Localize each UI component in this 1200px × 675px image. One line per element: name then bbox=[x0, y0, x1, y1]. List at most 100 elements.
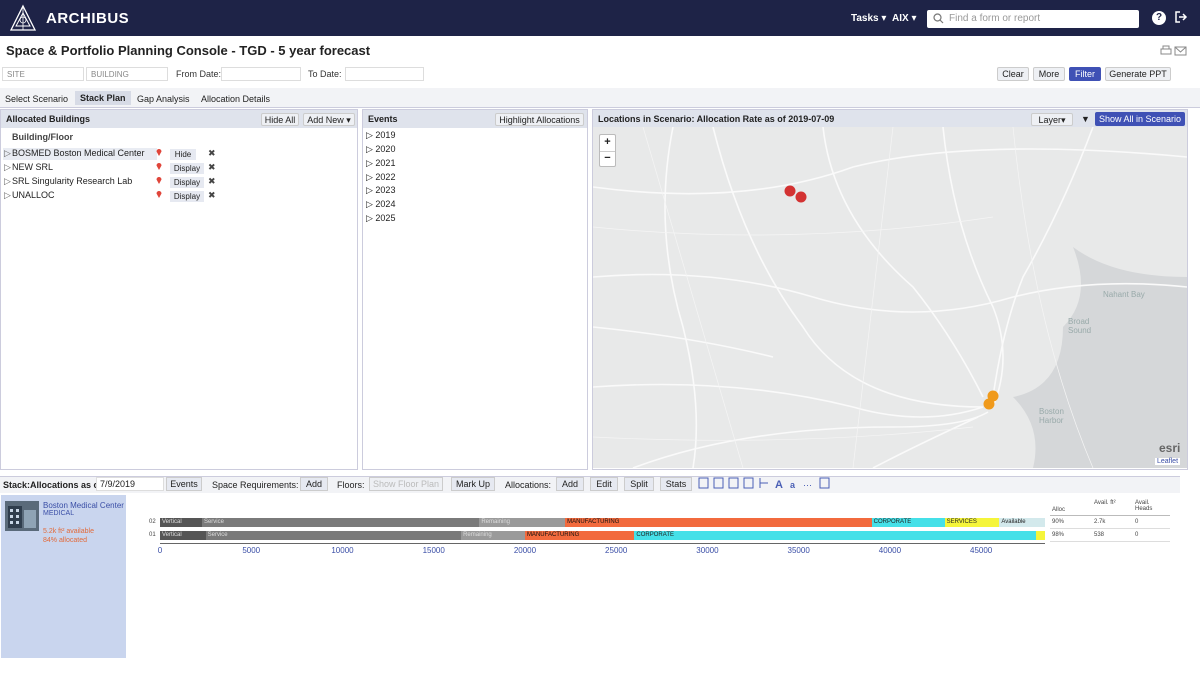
expand-icon[interactable] bbox=[698, 477, 709, 489]
stats-button[interactable]: Stats bbox=[660, 477, 692, 491]
collapse-arrow-icon[interactable]: ▼ bbox=[1081, 114, 1090, 124]
tab-allocation-details[interactable]: Allocation Details bbox=[201, 94, 270, 104]
stack-segment[interactable]: Remaining bbox=[461, 531, 525, 540]
axis-tick-label: 0 bbox=[157, 546, 163, 555]
event-year-item[interactable]: ▷ 2019 bbox=[366, 130, 395, 141]
map-canvas[interactable]: Nahant Bay Broad Sound Boston Harbor esr… bbox=[593, 127, 1187, 468]
event-year-item[interactable]: ▷ 2020 bbox=[366, 144, 395, 155]
generate-ppt-button[interactable]: Generate PPT bbox=[1105, 67, 1171, 81]
hide-all-button[interactable]: Hide All bbox=[261, 113, 299, 126]
stack-segment[interactable]: CORPORATE bbox=[634, 531, 1036, 540]
stack-segment[interactable] bbox=[1035, 531, 1045, 540]
email-icon[interactable] bbox=[1174, 46, 1187, 56]
collapse-icon[interactable] bbox=[713, 477, 724, 489]
building-field[interactable]: BUILDING bbox=[86, 67, 168, 81]
stack-segment[interactable]: SERVICES bbox=[944, 518, 1000, 527]
filter-button[interactable]: Filter bbox=[1069, 67, 1101, 81]
axis-tick-label: 40000 bbox=[878, 546, 902, 555]
location-pin-icon[interactable] bbox=[156, 162, 162, 170]
expand-arrow-icon[interactable]: ▷ bbox=[4, 176, 11, 187]
site-field[interactable]: SITE bbox=[2, 67, 84, 81]
space-add-button[interactable]: Add bbox=[300, 477, 328, 491]
user-menu[interactable]: AIX ▾ bbox=[892, 13, 916, 24]
remove-icon[interactable]: ✖ bbox=[208, 162, 216, 173]
stack-segment[interactable]: Available bbox=[999, 518, 1045, 527]
building-thumbnail-icon bbox=[5, 501, 39, 531]
stack-segment[interactable]: Vertical bbox=[160, 531, 206, 540]
label-options-icon[interactable]: ⋯ bbox=[803, 480, 812, 490]
more-button[interactable]: More bbox=[1033, 67, 1065, 81]
expand-arrow-icon[interactable]: ▷ bbox=[4, 190, 11, 201]
search-input[interactable]: Find a form or report bbox=[927, 10, 1139, 28]
building-name[interactable]: Boston Medical Center bbox=[43, 501, 124, 510]
tasks-menu[interactable]: Tasks ▾ bbox=[851, 13, 886, 24]
display-button[interactable]: Display bbox=[170, 163, 204, 174]
allocations-label: Allocations: bbox=[505, 480, 552, 490]
map-marker-orange[interactable] bbox=[983, 398, 995, 410]
year-label: 2019 bbox=[375, 130, 396, 140]
event-year-item[interactable]: ▷ 2021 bbox=[366, 158, 395, 169]
tab-gap-analysis[interactable]: Gap Analysis bbox=[137, 94, 190, 104]
side-header-alloc: Alloc bbox=[1052, 507, 1066, 513]
zoom-out-button[interactable]: − bbox=[600, 151, 615, 166]
legend-icon[interactable] bbox=[819, 477, 830, 489]
event-year-item[interactable]: ▷ 2025 bbox=[366, 213, 395, 224]
location-pin-icon[interactable] bbox=[156, 176, 162, 184]
edit-button[interactable]: Edit bbox=[590, 477, 618, 491]
stack-segment[interactable]: MANUFACTURING bbox=[565, 518, 872, 527]
hide-button[interactable]: Hide bbox=[170, 149, 196, 160]
stack-date-field[interactable]: 7/9/2019 bbox=[96, 477, 164, 491]
map-marker-red[interactable] bbox=[784, 185, 796, 197]
logout-icon[interactable] bbox=[1174, 10, 1188, 24]
events-button[interactable]: Events bbox=[166, 477, 202, 491]
font-larger-icon[interactable]: A bbox=[775, 479, 783, 491]
stack-segment[interactable]: Service bbox=[205, 531, 462, 540]
fit-height-icon[interactable] bbox=[743, 477, 754, 489]
show-all-button[interactable]: Show All in Scenario bbox=[1095, 112, 1185, 126]
building-label: UNALLOC bbox=[12, 190, 55, 200]
help-icon[interactable]: ? bbox=[1152, 11, 1166, 25]
zoom-in-button[interactable]: + bbox=[600, 135, 615, 150]
location-pin-icon[interactable] bbox=[156, 190, 162, 198]
stack-segment[interactable]: Vertical bbox=[160, 518, 202, 527]
clear-button[interactable]: Clear bbox=[997, 67, 1029, 81]
print-icon[interactable] bbox=[1160, 45, 1172, 55]
location-pin-icon[interactable] bbox=[156, 148, 162, 156]
event-year-item[interactable]: ▷ 2024 bbox=[366, 199, 395, 210]
fit-width-icon[interactable] bbox=[728, 477, 739, 489]
layer-button[interactable]: Layer▾ bbox=[1031, 113, 1073, 126]
display-button[interactable]: Display bbox=[170, 177, 204, 188]
stack-segment[interactable]: Remaining bbox=[479, 518, 566, 527]
remove-icon[interactable]: ✖ bbox=[208, 148, 216, 159]
event-year-item[interactable]: ▷ 2023 bbox=[366, 185, 395, 196]
map-marker-red[interactable] bbox=[795, 191, 807, 203]
alloc-add-button[interactable]: Add bbox=[556, 477, 584, 491]
expand-arrow-icon[interactable]: ▷ bbox=[4, 162, 11, 173]
show-floor-plan-button[interactable]: Show Floor Plan bbox=[369, 477, 443, 491]
stack-title: Stack:Allocations as of: bbox=[3, 480, 106, 490]
building-card[interactable]: Boston Medical Center MEDICAL 5.2k ft² a… bbox=[1, 495, 126, 658]
display-button[interactable]: Display bbox=[170, 191, 204, 202]
building-label: BOSMED Boston Medical Center bbox=[12, 148, 145, 158]
font-smaller-icon[interactable]: a bbox=[790, 480, 796, 490]
stack-segment[interactable]: CORPORATE bbox=[871, 518, 945, 527]
building-label: SRL Singularity Research Lab bbox=[12, 176, 133, 186]
event-year-item[interactable]: ▷ 2022 bbox=[366, 172, 395, 183]
to-date-field[interactable] bbox=[345, 67, 424, 81]
remove-icon[interactable]: ✖ bbox=[208, 190, 216, 201]
tab-stack-plan[interactable]: Stack Plan bbox=[75, 91, 131, 105]
stack-segment[interactable]: MANUFACTURING bbox=[524, 531, 635, 540]
align-icon[interactable] bbox=[759, 478, 768, 488]
tab-select-scenario[interactable]: Select Scenario bbox=[5, 94, 68, 104]
split-button[interactable]: Split bbox=[624, 477, 654, 491]
stack-segment[interactable]: Service bbox=[201, 518, 480, 527]
remove-icon[interactable]: ✖ bbox=[208, 176, 216, 187]
archibus-logo-icon[interactable] bbox=[8, 4, 38, 32]
side-header-avail-heads: Avail. Heads bbox=[1135, 500, 1153, 512]
add-new-button[interactable]: Add New ▾ bbox=[303, 113, 355, 126]
mark-up-button[interactable]: Mark Up bbox=[451, 477, 495, 491]
floor-02-alloc: 90% bbox=[1052, 519, 1065, 525]
expand-arrow-icon[interactable]: ▷ bbox=[4, 148, 11, 159]
from-date-field[interactable] bbox=[221, 67, 301, 81]
highlight-allocations-button[interactable]: Highlight Allocations bbox=[495, 113, 584, 126]
